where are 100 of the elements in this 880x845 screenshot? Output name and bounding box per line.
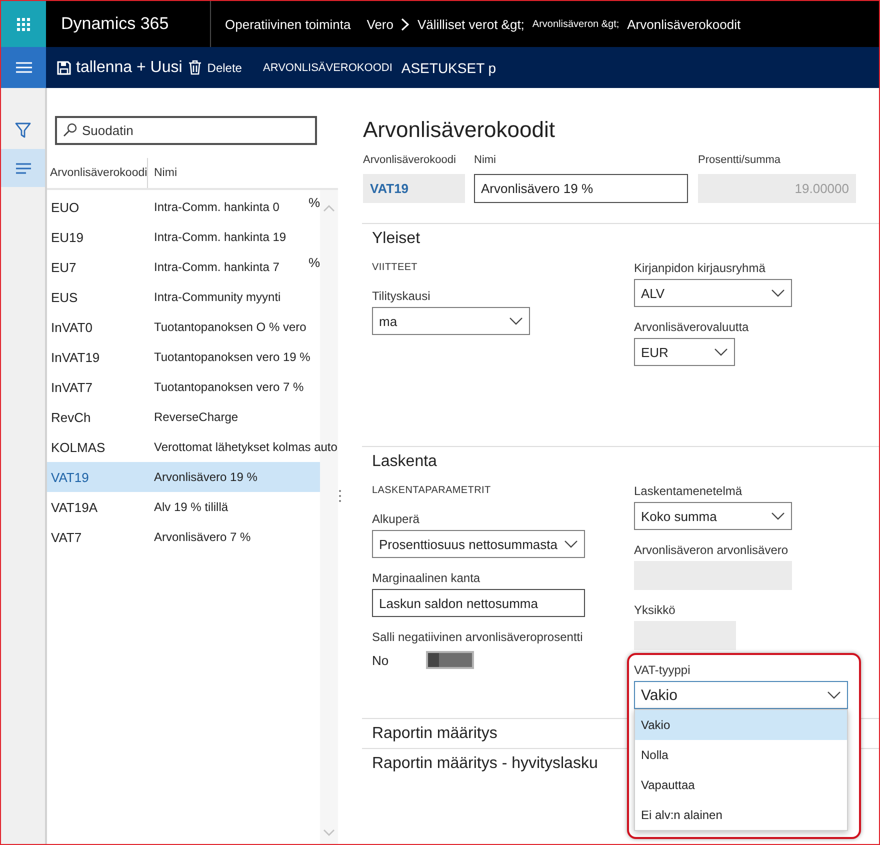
list-row[interactable]: EU7 Intra-Comm. hankinta 7 % <box>47 252 320 282</box>
table-cell-text: EU19 <box>50 230 85 244</box>
field-label: Tilityskausi <box>372 288 432 304</box>
save-new-button[interactable]: tallenna + Uusi <box>57 58 182 76</box>
percent-text: % <box>308 255 320 270</box>
dropdown-option[interactable]: Vakio <box>635 710 847 740</box>
percent-text: % <box>308 195 320 210</box>
dropdown[interactable]: Prosenttiosuus nettosummasta <box>372 530 585 558</box>
section-header[interactable]: Raportin määritys <box>372 723 498 745</box>
chevron-down-icon <box>771 289 785 297</box>
table-cell-text: VAT19 <box>50 470 90 484</box>
group-label: LASKENTAPARAMETRIT <box>372 484 492 498</box>
table-cell-text: KOLMAS <box>50 440 106 454</box>
table-cell-text: Intra-Comm. hankinta 19 <box>153 230 286 244</box>
dropdown[interactable]: ma <box>372 307 530 335</box>
list-row[interactable]: VAT7 Arvonlisävero 7 % <box>47 522 320 552</box>
chevron-down-icon <box>509 317 523 325</box>
app-launcher-button[interactable] <box>1 1 46 47</box>
save-icon <box>57 60 71 74</box>
toggle-switch[interactable] <box>426 651 474 669</box>
chevron-down-icon <box>771 512 785 520</box>
toggle-state-text: No <box>372 652 389 668</box>
dropdown[interactable]: Vakio <box>634 681 848 709</box>
section-header[interactable]: Yleiset <box>372 228 420 250</box>
table-cell-text: EUO <box>50 200 80 214</box>
table-cell-text: Tuotantopanoksen vero 7 % <box>153 380 304 394</box>
list-row[interactable]: InVAT0 Tuotantopanoksen O % vero <box>47 312 320 342</box>
menu-icon <box>16 62 32 73</box>
table-cell-text: ReverseCharge <box>153 410 238 424</box>
table-cell-text: InVAT7 <box>50 380 94 394</box>
list-row[interactable]: VAT19A Alv 19 % tilillä <box>47 492 320 522</box>
trash-icon <box>189 60 202 75</box>
field-label: Prosentti/summa <box>698 153 782 168</box>
action-tab[interactable]: ARVONLISÄVEROKOODI <box>262 62 392 74</box>
list-row[interactable]: EU19 Intra-Comm. hankinta 19 <box>47 222 320 252</box>
field-label: VAT-tyyppi <box>634 662 692 678</box>
breadcrumb-link[interactable]: Välilliset verot &gt; <box>417 16 524 32</box>
table-cell-text: VAT19A <box>50 500 98 514</box>
list-row[interactable]: InVAT19 Tuotantopanoksen vero 19 % <box>47 342 320 372</box>
chevron-down-icon <box>564 540 578 548</box>
table-cell-text: InVAT0 <box>50 320 94 334</box>
table-cell-text: Intra-Comm. hankinta 7 <box>153 260 280 274</box>
module-link[interactable]: Operatiivinen toiminta <box>225 16 351 32</box>
group-label: VIITTEET <box>372 261 418 275</box>
app-name: Dynamics 365 <box>61 14 169 33</box>
action-tab[interactable]: ASETUKSET p <box>401 60 496 76</box>
breadcrumb-link[interactable]: Vero <box>366 16 394 32</box>
list-row[interactable]: EUO Intra-Comm. hankinta 0 % <box>47 192 320 222</box>
column-header[interactable]: Arvonlisäverokoodi <box>47 158 148 188</box>
table-cell-text: Intra-Community myynti <box>153 290 281 304</box>
field-label: Marginaalinen kanta <box>372 570 482 586</box>
section-header[interactable]: Laskenta <box>372 451 437 473</box>
column-header[interactable]: Nimi <box>148 158 177 188</box>
list-icon <box>16 162 30 174</box>
dropdown[interactable]: ALV <box>634 279 792 307</box>
table-cell-text: Alv 19 % tilillä <box>153 500 228 514</box>
table-cell-text: InVAT19 <box>50 350 101 364</box>
breadcrumb-link[interactable]: Arvonlisäverokoodit <box>627 16 741 32</box>
field-label: Salli negatiivinen arvonlisäveroprosentti <box>372 629 584 645</box>
section-header[interactable]: Raportin määritys - hyvityslasku <box>372 753 598 775</box>
list-row[interactable]: RevCh ReverseCharge <box>47 402 320 432</box>
table-cell-text: VAT7 <box>50 530 83 544</box>
list-row[interactable]: VAT19 Arvonlisävero 19 % <box>47 462 320 492</box>
field-label: Laskentamenetelmä <box>634 483 744 499</box>
text-input[interactable]: Laskun saldon nettosumma <box>372 589 585 617</box>
list-row[interactable]: InVAT7 Tuotantopanoksen vero 7 % <box>47 372 320 402</box>
chevron-right-icon <box>401 18 410 30</box>
table-cell-text: EUS <box>50 290 79 304</box>
field-label: Arvonlisäveron arvonlisävero <box>634 542 790 558</box>
chevron-down-icon <box>827 691 841 699</box>
chevron-down-icon <box>714 348 728 356</box>
table-cell-text: RevCh <box>50 410 92 424</box>
menu-button[interactable] <box>1 47 46 88</box>
field-label: Arvonlisäverokoodi <box>363 153 457 168</box>
filter-field[interactable]: Suodatin <box>55 116 317 145</box>
search-icon <box>63 123 77 137</box>
table-cell-text: Tuotantopanoksen O % vero <box>153 320 306 334</box>
page-title: Arvonlisäverokoodit <box>363 116 556 144</box>
field-label: Nimi <box>474 153 497 168</box>
name-input[interactable]: Arvonlisävero 19 % <box>474 174 688 203</box>
table-cell-text: Arvonlisävero 19 % <box>153 470 258 484</box>
table-cell-text: Tuotantopanoksen vero 19 % <box>153 350 310 364</box>
dropdown-option[interactable]: Nolla <box>635 740 847 770</box>
field-label: Yksikkö <box>634 602 676 618</box>
code-field[interactable]: VAT19 <box>363 174 465 203</box>
breadcrumb-link[interactable]: Arvonlisäveron &gt; <box>532 18 620 30</box>
list-row[interactable]: KOLMAS Verottomat lähetykset kolmas auto <box>47 432 338 462</box>
field-label: Alkuperä <box>372 511 420 527</box>
grid-icon <box>17 18 30 30</box>
list-row[interactable]: EUS Intra-Community myynti <box>47 282 320 312</box>
delete-button[interactable]: Delete <box>189 60 242 75</box>
dropdown[interactable]: EUR <box>634 338 735 366</box>
dropdown-option[interactable]: Vapauttaa <box>635 770 847 800</box>
filter-icon <box>15 122 31 138</box>
dropdown[interactable]: Koko summa <box>634 502 792 530</box>
table-cell-text: EU7 <box>50 260 78 274</box>
field-label: Kirjanpidon kirjausryhmä <box>634 260 766 276</box>
field-label: Arvonlisäverovaluutta <box>634 319 750 335</box>
list-view-button[interactable] <box>1 149 45 187</box>
dropdown-option[interactable]: Ei alv:n alainen <box>635 800 847 830</box>
